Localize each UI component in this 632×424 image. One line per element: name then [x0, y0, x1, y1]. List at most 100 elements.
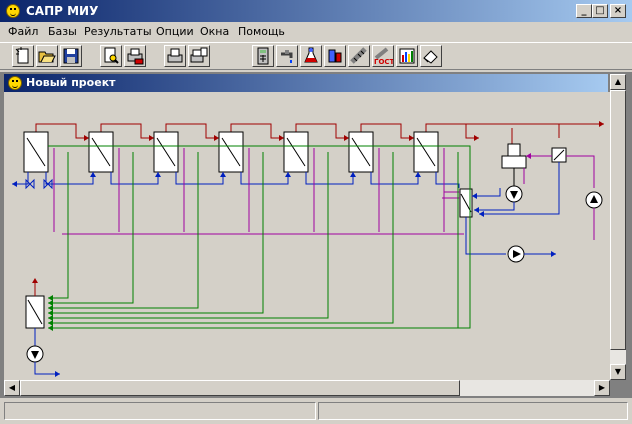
eraser-icon: [423, 50, 438, 64]
scroll-up-button[interactable]: ▲: [610, 74, 626, 90]
flow-arrow: [149, 135, 154, 141]
flow-arrow: [479, 211, 484, 217]
flow-arrow: [474, 135, 479, 141]
preview-button[interactable]: [100, 45, 122, 67]
pipe-line: [45, 172, 94, 185]
menu-bar: Файл Базы Результаты Опции Окна Помощь: [0, 22, 632, 42]
scroll-right-button[interactable]: ▶: [594, 380, 610, 396]
flow-arrow: [84, 135, 89, 141]
new-icon: [15, 47, 29, 64]
pipe-line: [240, 172, 289, 185]
pipe-line: [48, 152, 134, 304]
pipe-icon: [350, 47, 367, 64]
flow-arrow: [350, 172, 356, 177]
menu-bases[interactable]: Базы: [48, 25, 77, 38]
flow-arrow: [214, 135, 219, 141]
flow-arrow: [415, 172, 421, 177]
status-bar: [0, 400, 632, 424]
close-button[interactable]: ×: [610, 4, 626, 18]
scroll-left-button[interactable]: ◀: [4, 380, 20, 396]
print-icon: [127, 48, 144, 65]
status-pane-secondary: [318, 402, 628, 420]
open-button[interactable]: [36, 45, 58, 67]
tank-box: [501, 155, 527, 169]
gost-button[interactable]: ГОСТ: [372, 45, 394, 67]
horizontal-scroll-thumb[interactable]: [20, 380, 460, 396]
gost-label: ГОСТ: [374, 58, 393, 66]
flow-arrow: [599, 121, 604, 127]
flow-arrow: [55, 371, 60, 377]
calculator-button[interactable]: [252, 45, 274, 67]
pipe-line: [465, 217, 506, 255]
flow-arrow: [48, 305, 53, 311]
project-icon[interactable]: [8, 76, 22, 90]
pipe-line: [370, 172, 419, 185]
flow-arrow: [48, 300, 53, 306]
flow-arrow: [48, 325, 53, 331]
printer-setup-icon: [190, 47, 208, 63]
scroll-down-button[interactable]: ▼: [610, 364, 626, 380]
pipe-line: [48, 152, 69, 299]
flow-arrow: [409, 135, 414, 141]
pipe-line: [48, 152, 459, 329]
flow-arrow: [48, 320, 53, 326]
flask-icon: [304, 47, 318, 63]
vertical-scroll-thumb[interactable]: [610, 90, 626, 350]
new-button[interactable]: [12, 45, 34, 67]
print-button[interactable]: [124, 45, 146, 67]
vertical-scrollbar[interactable]: ▲ ▼: [610, 74, 626, 380]
save-button[interactable]: [60, 45, 82, 67]
title-bar: САПР МИУ _ □ ×: [0, 0, 632, 22]
flow-arrow: [472, 193, 477, 199]
flow-arrow: [12, 181, 17, 187]
pipe-line: [175, 172, 224, 185]
horizontal-scrollbar[interactable]: ◀ ▶: [4, 380, 610, 396]
calculator-icon: [257, 47, 269, 65]
open-icon: [38, 51, 56, 63]
pipe-line: [110, 172, 159, 185]
menu-options[interactable]: Опции: [156, 25, 194, 38]
pipe-line: [48, 152, 264, 314]
menu-windows[interactable]: Окна: [200, 25, 229, 38]
flow-arrow: [32, 278, 38, 283]
eraser-button[interactable]: [420, 45, 442, 67]
gost-icon: ГОСТ: [374, 47, 393, 66]
scheme-canvas[interactable]: [4, 92, 610, 380]
tap-icon: [281, 50, 293, 63]
pipe-line: [48, 152, 394, 324]
tap-button[interactable]: [276, 45, 298, 67]
flow-arrow: [48, 310, 53, 316]
chart-button[interactable]: [396, 45, 418, 67]
flask-button[interactable]: [300, 45, 322, 67]
pipe-line: [566, 155, 595, 188]
flow-arrow: [48, 315, 53, 321]
toolbar: ГОСТ: [0, 42, 632, 70]
pipe-line: [305, 172, 354, 185]
menu-file[interactable]: Файл: [8, 25, 38, 38]
minimize-button[interactable]: _: [576, 4, 592, 18]
app-icon[interactable]: [6, 4, 20, 18]
printer-setup-button[interactable]: [188, 45, 210, 67]
menu-results[interactable]: Результаты: [84, 25, 152, 38]
pipe-line: [474, 202, 515, 211]
pipe-line: [435, 172, 460, 188]
measure-icon: [328, 49, 342, 63]
flow-arrow: [155, 172, 161, 177]
menu-help[interactable]: Помощь: [238, 25, 285, 38]
flow-arrow: [220, 172, 226, 177]
preview-icon: [104, 47, 119, 64]
flow-arrow: [474, 207, 479, 213]
printer-icon: [167, 48, 183, 63]
flow-arrow: [551, 251, 556, 257]
printer-button[interactable]: [164, 45, 186, 67]
flow-arrow: [526, 153, 531, 159]
maximize-button[interactable]: □: [592, 4, 608, 18]
child-title-bar: Новый проект: [4, 74, 608, 92]
child-window-title: Новый проект: [26, 76, 116, 89]
measure-button[interactable]: [324, 45, 346, 67]
flow-arrow: [344, 135, 349, 141]
heat-scheme-diagram: [12, 121, 604, 377]
pipe-button[interactable]: [348, 45, 370, 67]
save-icon: [63, 48, 79, 64]
tank-dome: [507, 143, 521, 157]
